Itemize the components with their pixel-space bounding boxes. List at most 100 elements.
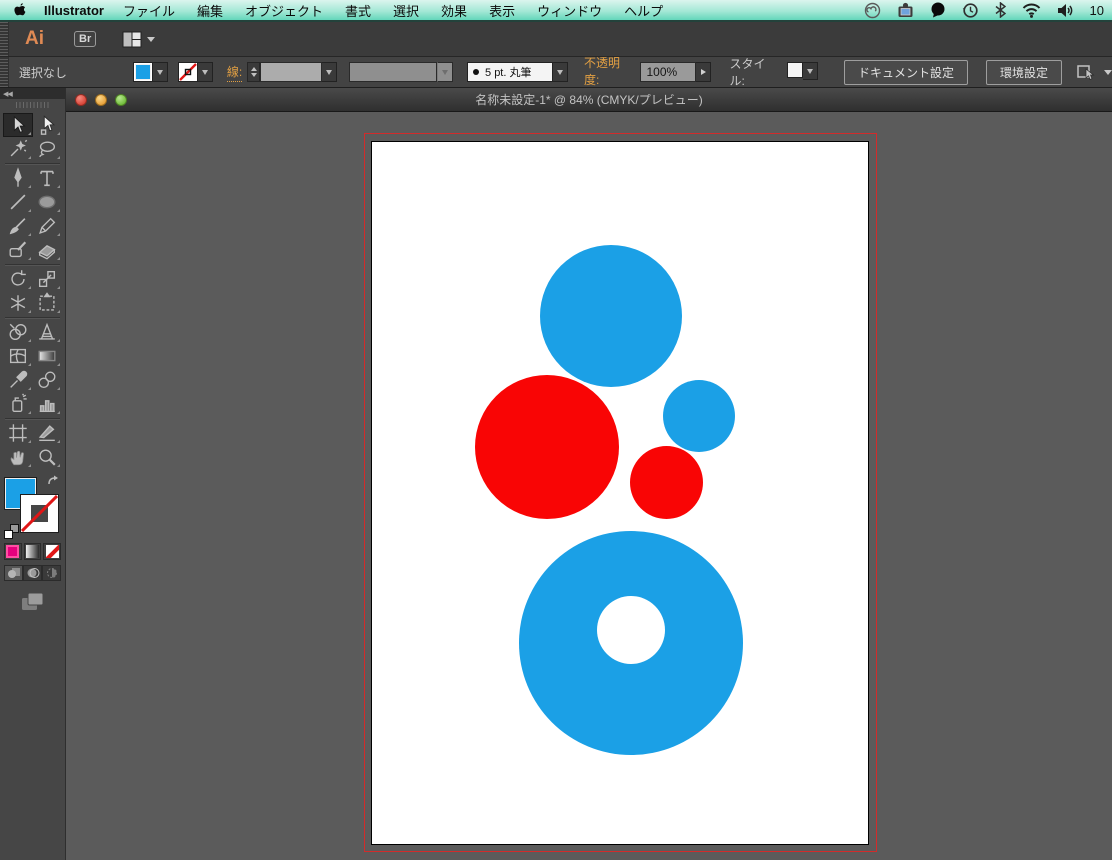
default-fill-stroke-icon[interactable] bbox=[4, 524, 19, 539]
slice-tool[interactable] bbox=[33, 421, 63, 445]
stroke-color-swatch[interactable] bbox=[178, 62, 198, 82]
opacity-combo[interactable]: 100% bbox=[640, 62, 711, 82]
close-button[interactable] bbox=[75, 94, 87, 106]
magic-wand-tool[interactable] bbox=[3, 137, 33, 161]
stepper-up-icon[interactable] bbox=[251, 67, 257, 71]
wifi-icon[interactable] bbox=[1022, 3, 1041, 18]
stepper-down-icon[interactable] bbox=[251, 73, 257, 77]
menu-clock[interactable]: 10 bbox=[1090, 3, 1104, 18]
stroke-color-combo[interactable] bbox=[178, 62, 213, 82]
stroke-weight-stepper[interactable] bbox=[247, 62, 260, 82]
blend-tool[interactable] bbox=[33, 368, 63, 392]
stroke-weight-combo[interactable] bbox=[260, 62, 337, 82]
menu-item-file[interactable]: ファイル bbox=[112, 1, 186, 20]
zoom-button[interactable] bbox=[115, 94, 127, 106]
pen-tool[interactable] bbox=[3, 166, 33, 190]
donut-hole[interactable] bbox=[597, 596, 665, 664]
pencil-tool[interactable] bbox=[33, 214, 63, 238]
menu-item-effect[interactable]: 効果 bbox=[430, 1, 478, 20]
column-graph-tool[interactable] bbox=[33, 392, 63, 416]
mesh-tool[interactable] bbox=[3, 344, 33, 368]
tools-panel-grip[interactable] bbox=[0, 99, 65, 111]
none-button[interactable] bbox=[43, 543, 61, 560]
menu-item-view[interactable]: 表示 bbox=[478, 1, 526, 20]
color-button[interactable] bbox=[4, 543, 22, 560]
style-combo[interactable] bbox=[787, 62, 818, 82]
fill-color-combo[interactable] bbox=[133, 62, 168, 82]
menu-item-object[interactable]: オブジェクト bbox=[234, 1, 334, 20]
brush-definition-dropdown[interactable] bbox=[553, 62, 568, 82]
large-blue-circle[interactable] bbox=[540, 245, 682, 387]
style-swatch[interactable] bbox=[787, 62, 803, 78]
menu-item-type[interactable]: 書式 bbox=[334, 1, 382, 20]
draw-normal-button[interactable] bbox=[4, 565, 23, 581]
select-similar-icon bbox=[1076, 63, 1098, 81]
blob-brush-tool[interactable] bbox=[3, 238, 33, 262]
draw-inside-button[interactable] bbox=[42, 565, 61, 581]
camera-icon[interactable] bbox=[897, 2, 914, 18]
menu-item-edit[interactable]: 編集 bbox=[186, 1, 234, 20]
gradient-button[interactable] bbox=[24, 543, 42, 560]
menu-item-window[interactable]: ウィンドウ bbox=[526, 1, 613, 20]
stroke-indicator[interactable] bbox=[20, 494, 59, 533]
stroke-weight-dropdown[interactable] bbox=[322, 62, 337, 82]
eraser-tool[interactable] bbox=[33, 238, 63, 262]
opacity-field[interactable]: 100% bbox=[640, 62, 696, 82]
arrange-documents-button[interactable] bbox=[122, 31, 155, 48]
type-tool[interactable] bbox=[33, 166, 63, 190]
eyedropper-tool[interactable] bbox=[3, 368, 33, 392]
paintbrush-tool[interactable] bbox=[3, 214, 33, 238]
document-setup-button[interactable]: ドキュメント設定 bbox=[844, 60, 968, 85]
line-segment-tool[interactable] bbox=[3, 190, 33, 214]
lasso-tool[interactable] bbox=[33, 137, 63, 161]
perspective-grid-tool[interactable] bbox=[33, 320, 63, 344]
rotate-tool[interactable] bbox=[3, 267, 33, 291]
stroke-weight-label[interactable]: 線: bbox=[227, 63, 242, 82]
menu-item-help[interactable]: ヘルプ bbox=[613, 1, 674, 20]
artboard-tool[interactable] bbox=[3, 421, 33, 445]
appbar-grip[interactable] bbox=[0, 22, 9, 56]
select-similar-button[interactable] bbox=[1076, 63, 1112, 81]
ellipse-tool[interactable] bbox=[33, 190, 63, 214]
symbol-sprayer-tool[interactable] bbox=[3, 392, 33, 416]
time-machine-icon[interactable] bbox=[962, 2, 979, 19]
volume-icon[interactable] bbox=[1057, 3, 1074, 18]
brush-definition-field[interactable]: 5 pt. 丸筆 bbox=[467, 62, 553, 82]
width-tool[interactable] bbox=[3, 291, 33, 315]
menu-app-name[interactable]: Illustrator bbox=[44, 3, 104, 18]
style-dropdown[interactable] bbox=[803, 62, 818, 80]
selection-tool[interactable] bbox=[3, 113, 33, 137]
stroke-weight-field[interactable] bbox=[260, 62, 322, 82]
creative-cloud-icon[interactable] bbox=[864, 2, 881, 19]
draw-behind-button[interactable] bbox=[23, 565, 42, 581]
menu-item-select[interactable]: 選択 bbox=[382, 1, 430, 20]
scale-tool[interactable] bbox=[33, 267, 63, 291]
free-transform-tool[interactable] bbox=[33, 291, 63, 315]
fill-color-swatch[interactable] bbox=[133, 62, 153, 82]
speech-bubble-icon[interactable] bbox=[930, 2, 946, 18]
small-blue-circle[interactable] bbox=[663, 380, 735, 452]
small-red-circle[interactable] bbox=[630, 446, 703, 519]
hand-tool[interactable] bbox=[3, 445, 33, 469]
direct-selection-tool[interactable] bbox=[33, 113, 63, 137]
apple-menu-icon[interactable] bbox=[12, 1, 28, 19]
document-title-bar[interactable]: 名称未設定-1* @ 84% (CMYK/プレビュー) bbox=[66, 88, 1112, 112]
brush-definition-combo[interactable]: 5 pt. 丸筆 bbox=[467, 62, 568, 82]
shape-builder-tool[interactable] bbox=[3, 320, 33, 344]
minimize-button[interactable] bbox=[95, 94, 107, 106]
opacity-label[interactable]: 不透明度: bbox=[584, 54, 634, 90]
tools-panel-collapse[interactable]: ◀◀ bbox=[0, 88, 65, 99]
bluetooth-icon[interactable] bbox=[995, 2, 1006, 18]
large-red-circle[interactable] bbox=[475, 375, 619, 519]
controlbar-grip[interactable] bbox=[0, 57, 9, 87]
bridge-button[interactable]: Br bbox=[74, 31, 96, 47]
stroke-color-dropdown[interactable] bbox=[198, 62, 213, 82]
fill-color-dropdown[interactable] bbox=[153, 62, 168, 82]
zoom-tool[interactable] bbox=[33, 445, 63, 469]
change-screen-mode-button[interactable] bbox=[0, 591, 65, 613]
gradient-tool[interactable] bbox=[33, 344, 63, 368]
preferences-button[interactable]: 環境設定 bbox=[986, 60, 1062, 85]
opacity-dropdown[interactable] bbox=[696, 62, 711, 82]
canvas-area[interactable] bbox=[66, 112, 1112, 860]
swap-fill-stroke-icon[interactable] bbox=[46, 475, 61, 493]
